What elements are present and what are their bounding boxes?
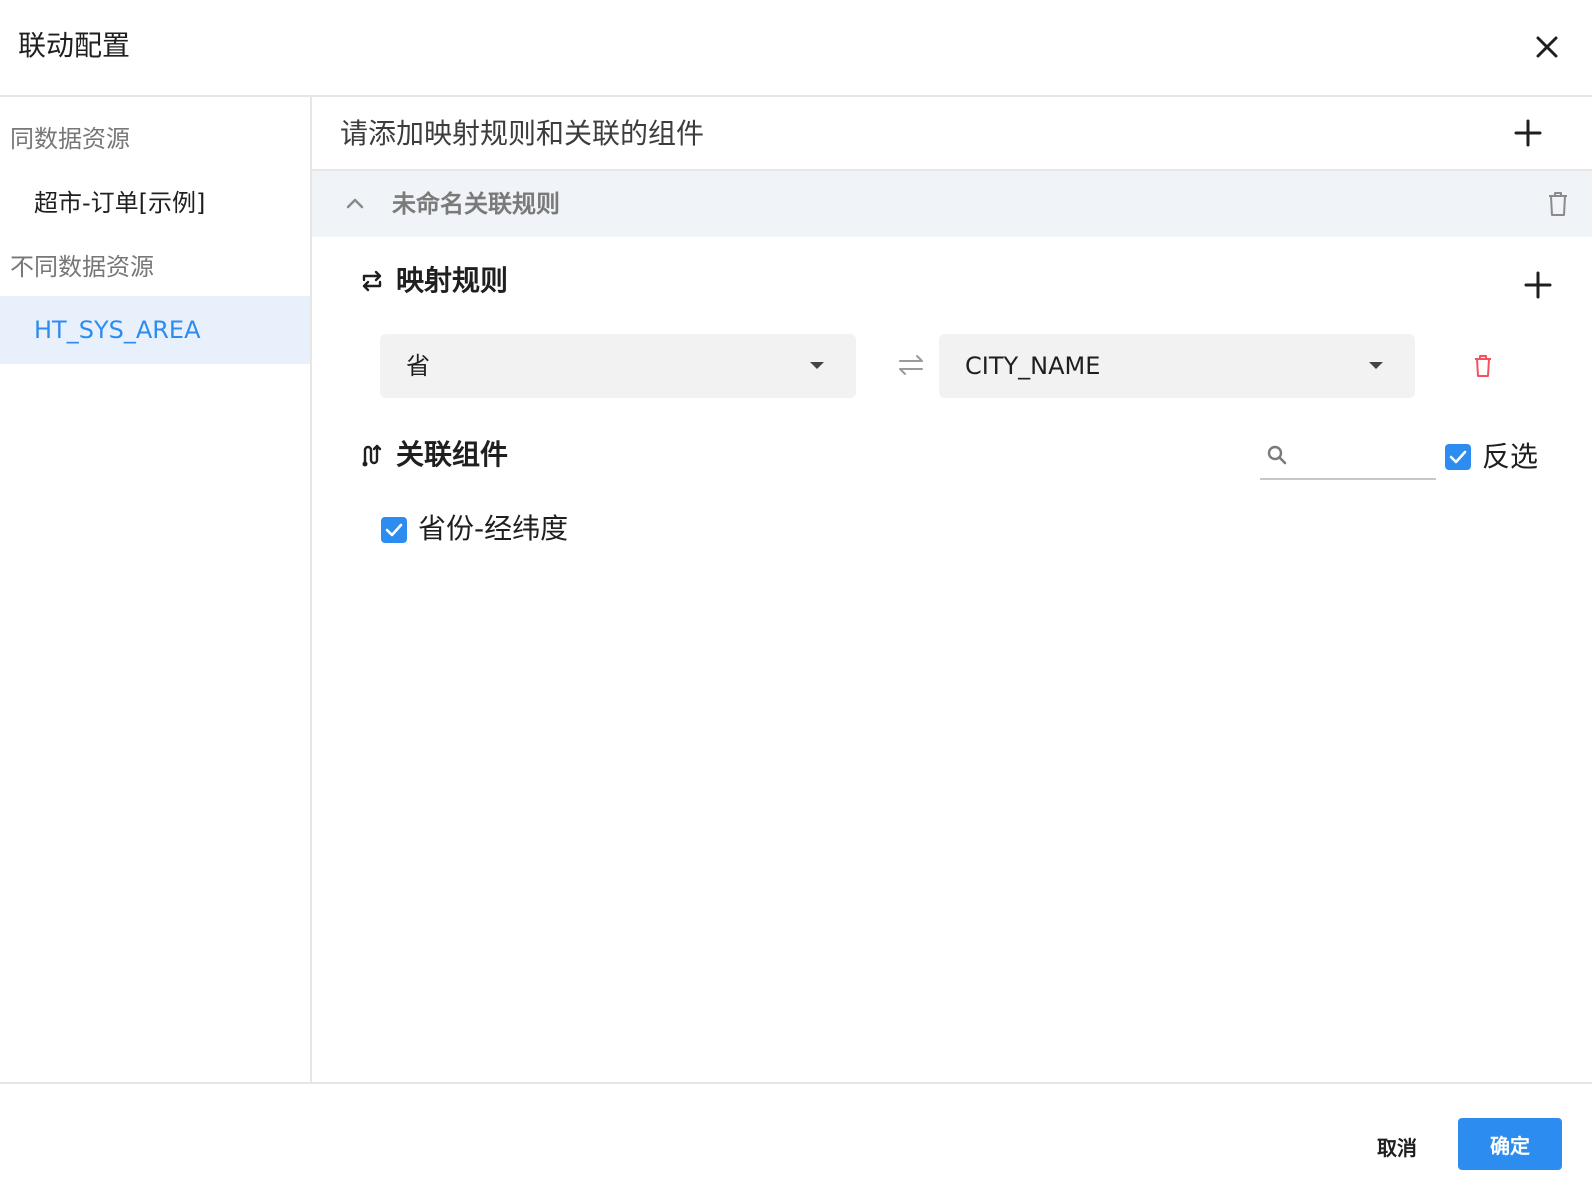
- add-rule-plus-icon[interactable]: [1512, 117, 1544, 149]
- mapping-rules-title: 映射规则: [360, 263, 508, 299]
- sidebar-item-supermarket-orders[interactable]: 超市-订单[示例]: [0, 169, 310, 237]
- dialog-title: 联动配置: [18, 29, 131, 62]
- linked-components-title: 关联组件: [360, 437, 508, 473]
- sidebar-item-ht-sys-area[interactable]: HT_SYS_AREA: [0, 296, 310, 364]
- rule-header[interactable]: 未命名关联规则: [312, 171, 1592, 237]
- linkage-config-dialog: 联动配置 同数据资源 超市-订单[示例] 不同数据资源 HT_SYS_AREA …: [0, 0, 1592, 1192]
- caret-down-icon: [810, 362, 824, 369]
- diff-source-group-label: 不同数据资源: [10, 253, 154, 281]
- invert-selection-checkbox[interactable]: [1445, 444, 1471, 470]
- rule-name: 未命名关联规则: [392, 190, 560, 218]
- component-search-input[interactable]: [1294, 440, 1430, 474]
- link-components-icon: [362, 444, 382, 467]
- mapping-rules-label: 映射规则: [396, 264, 509, 297]
- component-search: [1260, 434, 1436, 480]
- confirm-button[interactable]: 确定: [1458, 1118, 1562, 1170]
- invert-selection-label[interactable]: 反选: [1482, 439, 1538, 475]
- main-panel: 请添加映射规则和关联的组件 未命名关联规则 映射规则 省 CITY_NAME 关…: [312, 97, 1592, 1082]
- source-field-select[interactable]: 省: [380, 334, 856, 398]
- delete-rule-trash-icon[interactable]: [1546, 191, 1570, 217]
- add-rule-row: 请添加映射规则和关联的组件: [312, 97, 1592, 171]
- dialog-header: 联动配置: [0, 0, 1592, 97]
- linked-components-label: 关联组件: [396, 438, 509, 471]
- component-label[interactable]: 省份-经纬度: [418, 511, 568, 547]
- caret-down-icon: [1369, 362, 1383, 369]
- bidirectional-arrows-icon: [899, 355, 923, 375]
- search-icon: [1267, 445, 1287, 465]
- delete-mapping-trash-icon[interactable]: [1473, 354, 1493, 378]
- chevron-up-icon[interactable]: [342, 191, 368, 217]
- close-icon[interactable]: [1530, 30, 1564, 64]
- add-mapping-plus-icon[interactable]: [1522, 269, 1554, 301]
- checkmark-icon: [1449, 450, 1467, 464]
- checkmark-icon: [385, 523, 403, 537]
- add-rule-hint: 请添加映射规则和关联的组件: [340, 117, 705, 150]
- cancel-button[interactable]: 取消: [1352, 1124, 1442, 1168]
- target-field-value: CITY_NAME: [965, 352, 1101, 380]
- target-field-select[interactable]: CITY_NAME: [939, 334, 1415, 398]
- swap-arrows-icon: [362, 270, 382, 292]
- component-checkbox[interactable]: [381, 517, 407, 543]
- dialog-footer: 取消 确定: [0, 1082, 1592, 1192]
- source-field-value: 省: [406, 352, 430, 380]
- same-source-group-label: 同数据资源: [10, 125, 130, 153]
- data-source-sidebar: 同数据资源 超市-订单[示例] 不同数据资源 HT_SYS_AREA: [0, 97, 312, 1082]
